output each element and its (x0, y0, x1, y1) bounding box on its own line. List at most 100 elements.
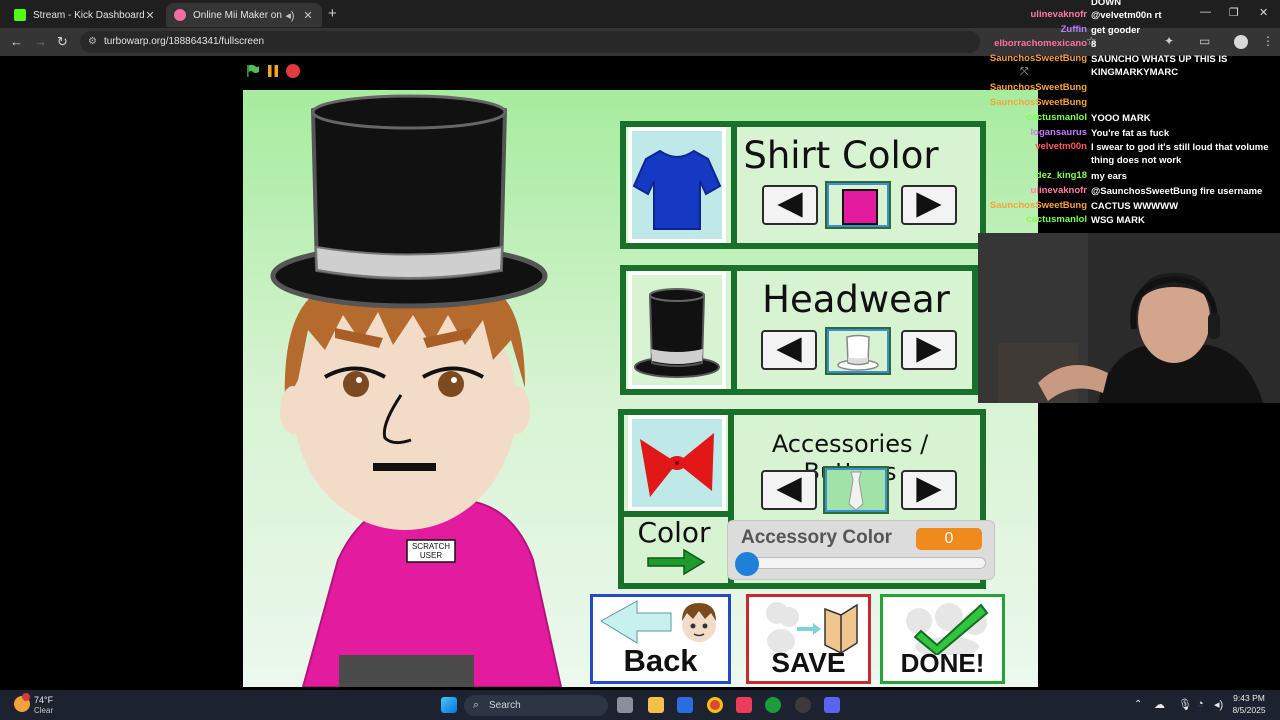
onedrive-icon[interactable]: ☁ (1154, 698, 1165, 711)
back-label: Back (623, 643, 698, 678)
accessory-color-slider: Accessory Color 0 (727, 520, 995, 580)
chat-message: elborrachomexicano 8 (985, 38, 1275, 51)
chat-username: cactusmanlol (1026, 112, 1087, 123)
chat-username: logansaurus (1030, 127, 1088, 138)
arrow-right-icon (916, 477, 942, 503)
close-tab-icon[interactable]: ✕ (144, 9, 156, 22)
discord-icon[interactable] (824, 697, 840, 713)
bookmark-star-icon[interactable]: ☆ (1086, 34, 1097, 48)
top-hat-icon (634, 288, 720, 378)
arrow-left-icon (776, 477, 802, 503)
extension-icon[interactable]: ✦ (1164, 34, 1174, 48)
chat-message: SaunchosSweetBung (985, 97, 1275, 108)
mii-character (270, 94, 563, 687)
headwear-prev-button[interactable] (761, 330, 817, 370)
search-icon: ⌕ (473, 699, 480, 711)
chat-text: CACTUS WWWWW (1091, 201, 1179, 212)
speaker-icon[interactable]: ◂) (284, 9, 296, 22)
taskbar-search[interactable]: ⌕ Search (464, 695, 608, 716)
done-label: DONE! (900, 648, 985, 678)
reload-icon[interactable]: ↻ (57, 34, 68, 50)
weather-widget[interactable]: 74°F Clear (14, 693, 84, 717)
arrow-right-icon (916, 337, 942, 363)
accessory-color-value: 0 (916, 528, 982, 550)
chat-username: SaunchosSweetBung (989, 82, 1087, 93)
chat-username: cactusmanlol (1026, 214, 1087, 225)
chat-text: my ears (1091, 171, 1127, 182)
new-tab-button[interactable]: + (328, 5, 337, 22)
slider-track[interactable] (735, 552, 986, 576)
chat-text: get gooder (1091, 25, 1141, 36)
show-hidden-icons[interactable]: ⌃ (1134, 699, 1142, 710)
green-flag-icon[interactable] (246, 64, 260, 78)
site-info-icon[interactable]: ⚙ (88, 31, 97, 53)
shirt-icon (632, 149, 722, 230)
clock[interactable]: 9:43 PM 8/5/2025 (1226, 693, 1272, 715)
chat-text: I swear to god it's still loud that volu… (1091, 142, 1269, 166)
headwear-preview (628, 271, 726, 389)
shirt-color-next-button[interactable] (901, 185, 957, 225)
accessory-color-label: Accessory Color (741, 527, 893, 548)
xbox-icon[interactable] (765, 697, 781, 713)
necktie-icon (848, 471, 864, 511)
menu-dots-icon[interactable]: ⋮ (1262, 34, 1274, 48)
chat-message: ulinevaknofr @SaunchosSweetBung fire user… (985, 185, 1275, 198)
windows-start-icon[interactable] (441, 697, 457, 713)
chat-message: cactusmanlol YOOO MARK (985, 112, 1275, 125)
chat-username (985, 0, 1091, 9)
search-placeholder: Search (489, 700, 521, 711)
tab-kick-dashboard[interactable]: Stream - Kick Dashboard ✕ (6, 3, 164, 27)
obs-icon[interactable] (795, 697, 811, 713)
headwear-next-button[interactable] (901, 330, 957, 370)
chat-username: SaunchosSweetBung (989, 97, 1087, 108)
pause-icon[interactable] (266, 64, 280, 78)
chat-message: ulinevaknofr @velvetm00n rt (985, 9, 1275, 22)
profile-avatar[interactable] (1234, 35, 1248, 49)
arrow-right-icon (916, 192, 942, 218)
clock-time: 9:43 PM (1233, 693, 1265, 703)
streamer-webcam-image (978, 233, 1280, 403)
volume-icon[interactable]: ◂) (1214, 698, 1223, 711)
accessory-next-button[interactable] (901, 470, 957, 510)
address-bar[interactable]: ⚙ turbowarp.org/188864341/fullscreen (80, 31, 980, 53)
microphone-icon[interactable]: 🎙 (1178, 698, 1192, 711)
side-panel-icon[interactable]: ▭ (1199, 34, 1210, 48)
task-view-icon[interactable] (617, 697, 633, 713)
kick-favicon-icon (14, 9, 26, 21)
forward-arrow-icon[interactable]: → (34, 34, 47, 49)
chat-message: logansaurus You're fat as fuck (985, 127, 1275, 140)
slider-knob[interactable] (735, 552, 759, 576)
windows-taskbar: 74°F Clear ⌕ Search ⌃ ☁ 🎙 ◔ ◂) 9:43 PM 8… (0, 690, 1280, 720)
close-tab-icon[interactable]: ✕ (302, 9, 314, 22)
chat-message: SaunchosSweetBung (985, 82, 1275, 93)
stop-icon[interactable] (286, 64, 300, 78)
chat-username: SaunchosSweetBung (989, 200, 1087, 211)
chrome-icon[interactable] (707, 697, 723, 713)
tab-mii-maker[interactable]: Online Mii Maker on Scratch ◂) ✕ (166, 3, 322, 27)
chat-text: @SaunchosSweetBung fire username (1091, 186, 1263, 197)
chat-message: DOWN (985, 0, 1275, 9)
shirt-preview (628, 127, 726, 243)
color-label: Color (637, 516, 711, 549)
ms-store-icon[interactable] (677, 697, 693, 713)
save-to-book-icon (766, 602, 858, 653)
back-arrow-icon[interactable]: ← (10, 34, 23, 49)
chat-username: SaunchosSweetBung (989, 53, 1087, 64)
chat-message: velvetm00n I swear to god it's still loud… (985, 141, 1275, 167)
wifi-icon[interactable]: ◔ (1197, 698, 1204, 710)
chat-message: Zuffin get gooder (985, 24, 1275, 37)
exit-fullscreen-icon[interactable]: ⤧ (1020, 66, 1029, 79)
accessory-prev-button[interactable] (761, 470, 817, 510)
done-button[interactable]: DONE! (880, 594, 1005, 684)
file-explorer-icon[interactable] (648, 697, 664, 713)
shirt-color-swatch (842, 189, 878, 225)
chat-text: WSG MARK (1091, 215, 1145, 226)
shirt-color-prev-button[interactable] (762, 185, 818, 225)
headwear-current[interactable] (825, 327, 891, 375)
save-button[interactable]: SAVE (746, 594, 871, 684)
weather-temp: 74°F (34, 695, 54, 705)
shirt-color-current[interactable] (825, 181, 891, 229)
back-button[interactable]: Back (590, 594, 731, 684)
accessory-current[interactable] (823, 466, 889, 514)
music-app-icon[interactable] (736, 697, 752, 713)
